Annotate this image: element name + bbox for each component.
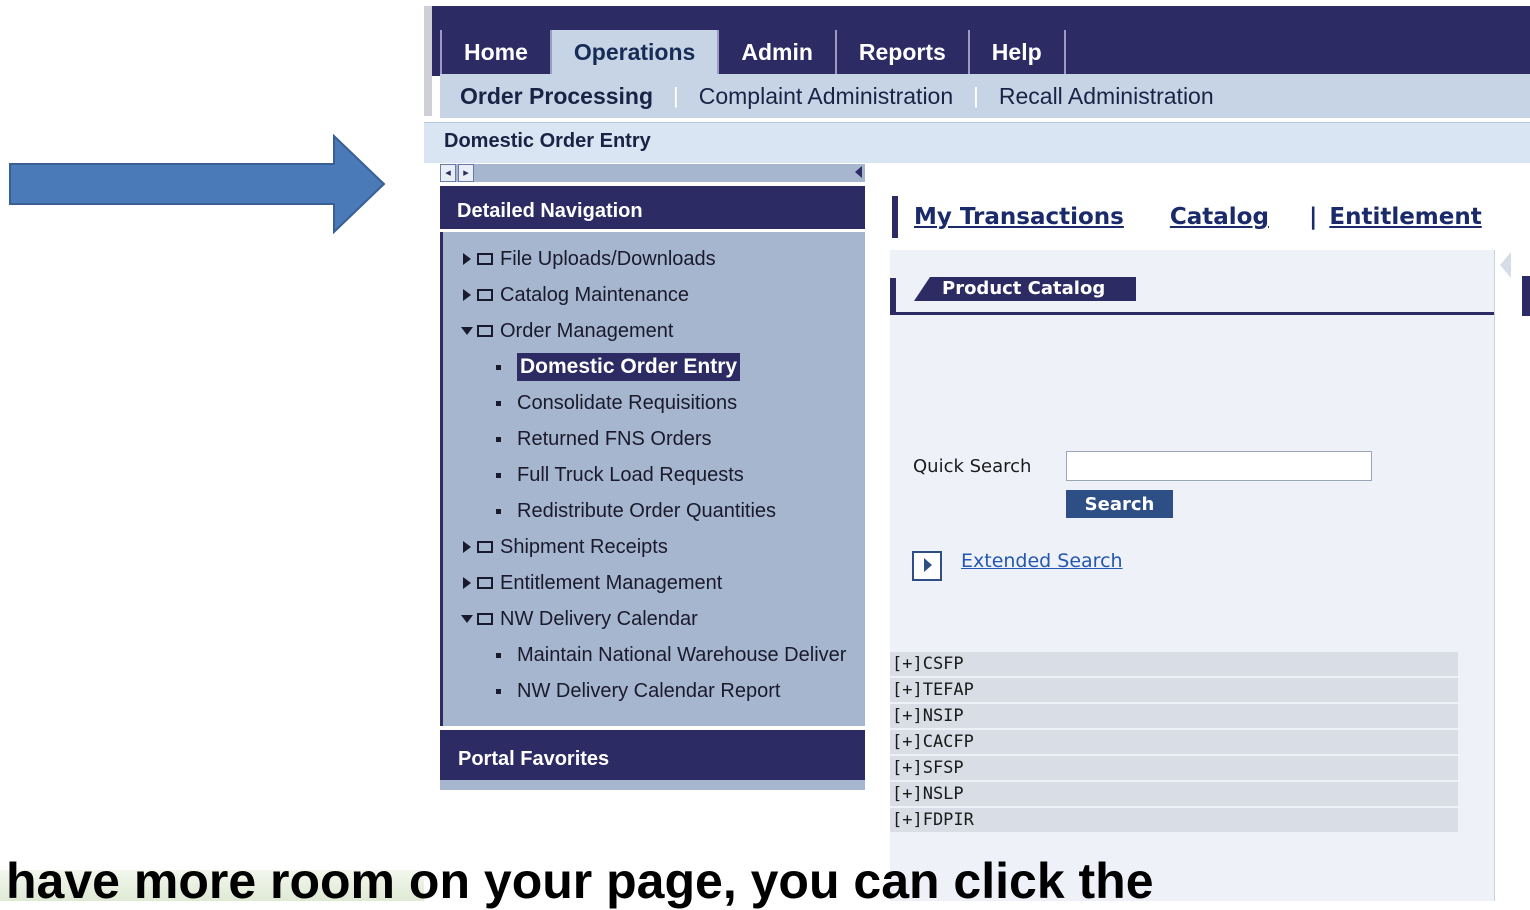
folder-icon xyxy=(477,541,493,553)
folder-icon xyxy=(477,325,493,337)
right-panel-edge xyxy=(1522,276,1530,316)
nav-item-shipment-receipts[interactable]: Shipment Receipts xyxy=(463,532,668,562)
program-item-sfsp[interactable]: [+]SFSP xyxy=(890,756,1458,780)
expand-arrow-icon xyxy=(463,289,471,301)
extended-search-link[interactable]: Extended Search xyxy=(961,550,1123,572)
portal-favorites-panel xyxy=(440,780,865,790)
program-item-tefap[interactable]: [+]TEFAP xyxy=(890,678,1458,702)
collapse-left-icon[interactable]: ◂ xyxy=(440,164,456,182)
navigation-collapse-bar xyxy=(440,164,865,182)
folder-icon xyxy=(477,289,493,301)
folder-icon xyxy=(477,577,493,589)
nav-item-file-uploads[interactable]: File Uploads/Downloads xyxy=(463,244,716,274)
page-title: Domestic Order Entry xyxy=(444,130,651,152)
collapse-navigation-icon[interactable] xyxy=(855,166,862,178)
tab-admin[interactable]: Admin xyxy=(717,30,835,74)
tab-help[interactable]: Help xyxy=(967,30,1066,74)
panel-divider xyxy=(1494,250,1499,901)
nav-item-label: NW Delivery Calendar xyxy=(500,607,698,630)
play-icon xyxy=(924,558,932,572)
slide-caption: have more room on your page, you can cli… xyxy=(6,853,1154,909)
top-tabs: Home Operations Admin Reports Help xyxy=(440,30,1066,74)
folder-icon xyxy=(477,253,493,265)
nav-item-entitlement-management[interactable]: Entitlement Management xyxy=(463,568,722,598)
quick-search-label: Quick Search xyxy=(913,456,1032,477)
bullet-icon xyxy=(496,688,501,694)
program-item-nsip[interactable]: [+]NSIP xyxy=(890,704,1458,728)
nav-item-consolidate-requisitions[interactable]: Consolidate Requisitions xyxy=(496,388,737,418)
expand-right-icon[interactable]: ▸ xyxy=(458,164,474,182)
portal-left-edge xyxy=(424,6,432,116)
tab-catalog[interactable]: Catalog xyxy=(1170,204,1269,230)
nav-item-label: File Uploads/Downloads xyxy=(500,247,716,270)
tab-separator: | xyxy=(1308,204,1318,230)
program-item-csfp[interactable]: [+]CSFP xyxy=(890,652,1458,676)
portal-favorites-title: Portal Favorites xyxy=(458,748,610,770)
nav-item-label: Returned FNS Orders xyxy=(517,427,712,450)
program-item-nslp[interactable]: [+]NSLP xyxy=(890,782,1458,806)
bullet-icon xyxy=(496,364,501,370)
sub-navigation: Order Processing | Complaint Administrat… xyxy=(440,74,1530,118)
bullet-icon xyxy=(496,508,501,514)
detailed-navigation-title: Detailed Navigation xyxy=(457,200,643,222)
nav-item-label: Entitlement Management xyxy=(500,571,723,594)
nav-item-label: Catalog Maintenance xyxy=(500,283,690,306)
collapse-buttons: ◂ ▸ xyxy=(440,164,486,182)
nav-item-order-management[interactable]: Order Management xyxy=(461,316,673,346)
nav-item-catalog-maintenance[interactable]: Catalog Maintenance xyxy=(463,280,689,310)
subnav-order-processing[interactable]: Order Processing xyxy=(440,83,673,110)
expand-arrow-icon xyxy=(463,253,471,265)
tab-operations[interactable]: Operations xyxy=(549,30,718,74)
expand-arrow-icon xyxy=(463,577,471,589)
nav-item-label: Domestic Order Entry xyxy=(517,353,741,381)
nav-item-label: Maintain National Warehouse Deliver xyxy=(517,643,847,666)
subnav-complaint-administration[interactable]: Complaint Administration xyxy=(679,83,973,110)
nav-item-label: Consolidate Requisitions xyxy=(517,391,738,414)
nav-item-full-truck-load-requests[interactable]: Full Truck Load Requests xyxy=(496,460,744,490)
nav-item-label: Shipment Receipts xyxy=(500,535,668,558)
nav-item-label: NW Delivery Calendar Report xyxy=(517,679,781,702)
search-button[interactable]: Search xyxy=(1066,490,1173,518)
folder-icon xyxy=(477,613,493,625)
program-item-fdpir[interactable]: [+]FDPIR xyxy=(890,808,1458,832)
tab-home[interactable]: Home xyxy=(440,30,550,74)
program-item-cacfp[interactable]: [+]CACFP xyxy=(890,730,1458,754)
nav-item-domestic-order-entry[interactable]: Domestic Order Entry xyxy=(496,352,741,382)
bullet-icon xyxy=(496,436,501,442)
nav-item-returned-fns-orders[interactable]: Returned FNS Orders xyxy=(496,424,712,454)
expand-arrow-icon xyxy=(463,541,471,553)
catalog-header-bar xyxy=(890,278,896,315)
subnav-recall-administration[interactable]: Recall Administration xyxy=(979,83,1234,110)
bullet-icon xyxy=(496,652,501,658)
collapse-arrow-icon xyxy=(461,327,473,335)
catalog-header-underline xyxy=(890,312,1494,315)
bullet-icon xyxy=(496,472,501,478)
nav-item-maintain-national-warehouse[interactable]: Maintain National Warehouse Deliver xyxy=(496,640,865,670)
nav-item-redistribute-order-quantities[interactable]: Redistribute Order Quantities xyxy=(496,496,776,526)
program-list: [+]CSFP [+]TEFAP [+]NSIP [+]CACFP [+]SFS… xyxy=(890,652,1458,834)
collapse-arrow-icon xyxy=(461,615,473,623)
nav-item-label: Full Truck Load Requests xyxy=(517,463,744,486)
tab-reports[interactable]: Reports xyxy=(834,30,968,74)
product-catalog-header: Product Catalog xyxy=(914,277,1136,301)
nav-item-nw-delivery-calendar-report[interactable]: NW Delivery Calendar Report xyxy=(496,676,780,706)
tab-entitlement[interactable]: Entitlement xyxy=(1329,204,1481,230)
nav-item-label: Redistribute Order Quantities xyxy=(517,499,777,522)
tab-my-transactions[interactable]: My Transactions xyxy=(914,204,1124,230)
content-tabs: My Transactions Catalog | Entitlement xyxy=(892,196,1528,238)
arrow-right-icon xyxy=(9,134,386,234)
nav-item-label: Order Management xyxy=(500,319,674,342)
quick-search-input[interactable] xyxy=(1066,451,1372,481)
collapse-panel-icon[interactable] xyxy=(1500,252,1511,278)
bullet-icon xyxy=(496,400,501,406)
nav-item-nw-delivery-calendar[interactable]: NW Delivery Calendar xyxy=(461,604,698,634)
